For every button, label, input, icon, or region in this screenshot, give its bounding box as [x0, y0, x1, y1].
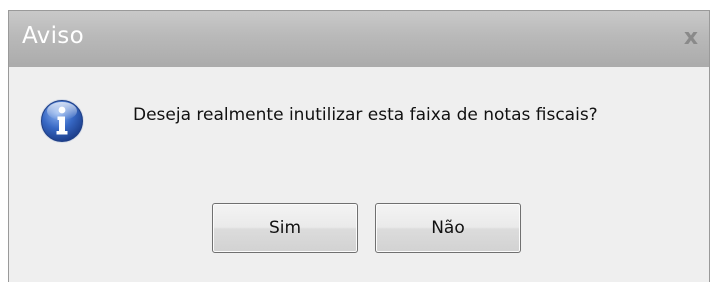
window-title: Aviso — [22, 23, 84, 49]
yes-button[interactable]: Sim — [212, 203, 358, 253]
close-icon[interactable]: x — [679, 25, 703, 51]
dialog-window: Aviso x Deseja realmente inutilizar esta… — [8, 10, 710, 282]
dialog-body: Deseja realmente inutilizar esta faixa d… — [9, 67, 709, 282]
no-button[interactable]: Não — [375, 203, 521, 253]
info-icon — [40, 99, 84, 143]
dialog-message: Deseja realmente inutilizar esta faixa d… — [133, 105, 598, 125]
title-bar[interactable]: Aviso x — [9, 11, 709, 67]
